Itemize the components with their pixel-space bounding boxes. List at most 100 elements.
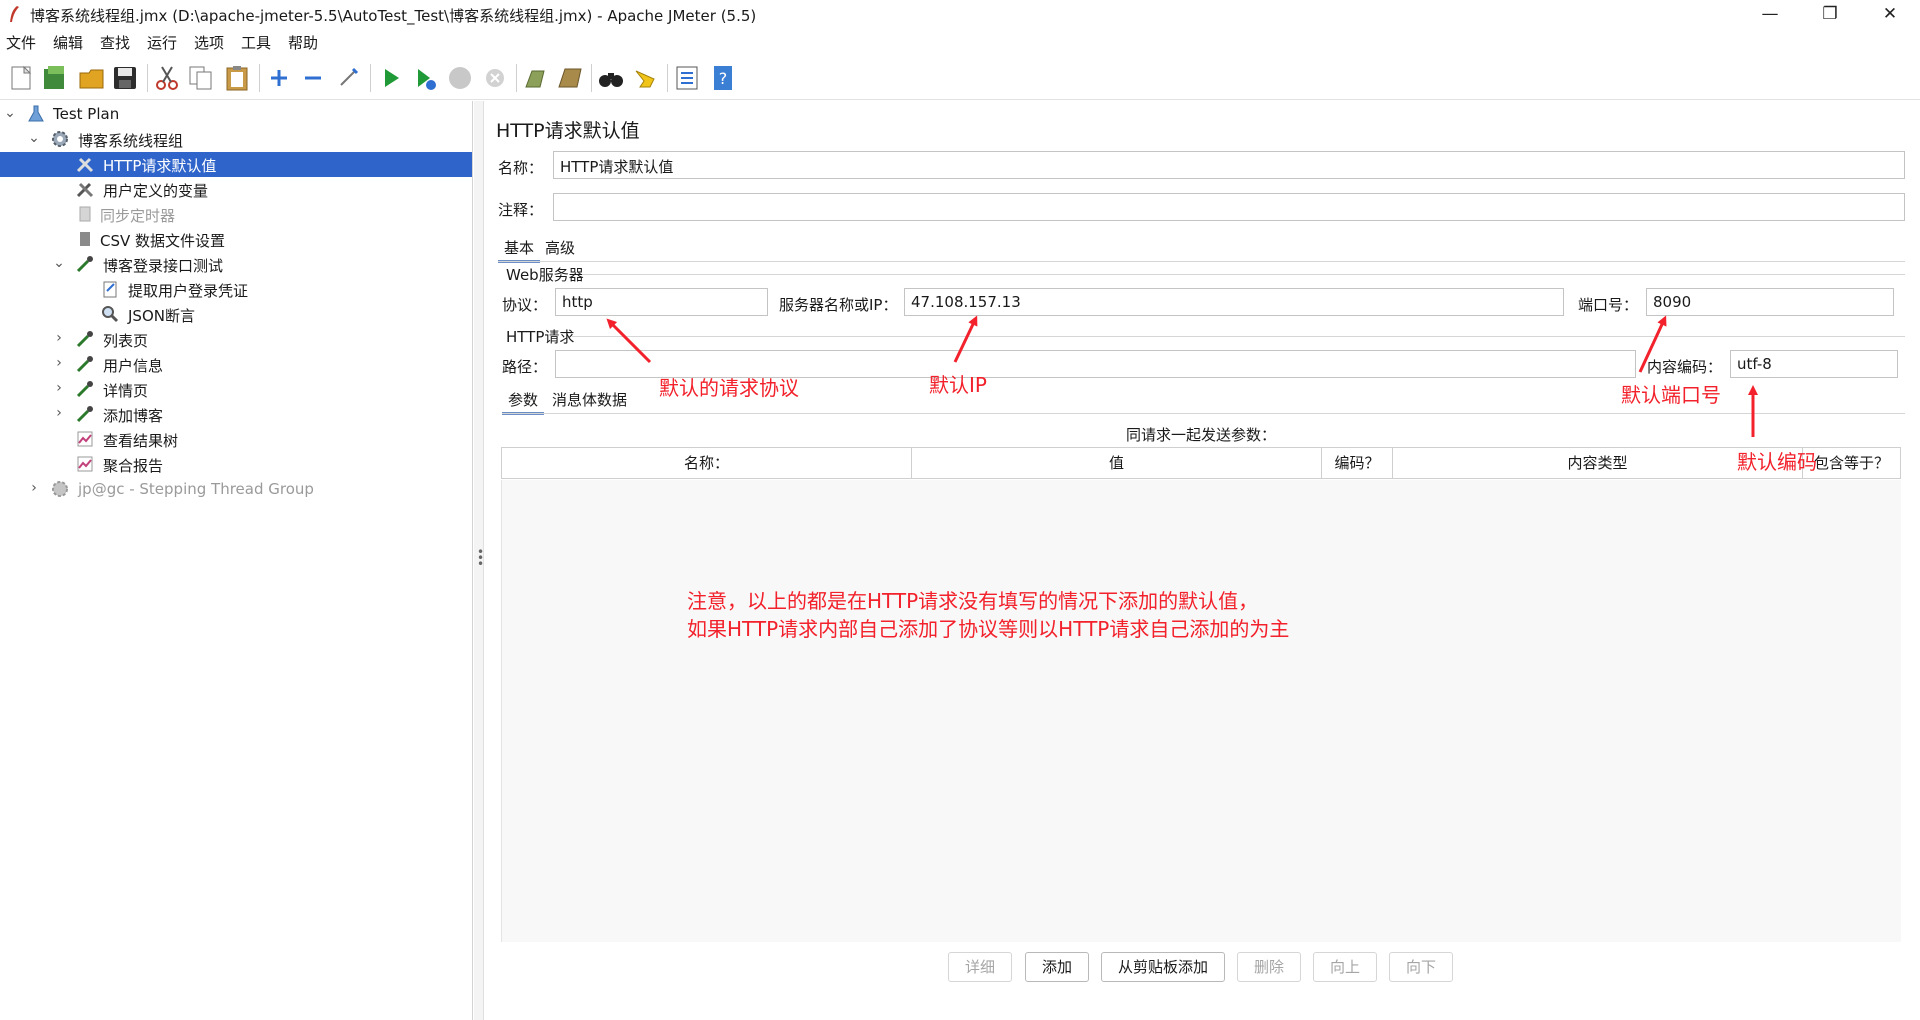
tree-label: 同步定时器	[100, 207, 176, 225]
tree-label: 提取用户登录凭证	[128, 282, 249, 300]
tree-item-user-variables[interactable]: 用户定义的变量	[0, 177, 472, 202]
collapse-icon[interactable]	[298, 63, 328, 93]
search-icon[interactable]	[596, 63, 626, 93]
tab-advanced[interactable]: 高级	[539, 235, 581, 260]
new-icon[interactable]	[6, 63, 36, 93]
chevron-right-icon[interactable]: ›	[52, 331, 66, 345]
tree-item-login-test[interactable]: ⌄ 博客登录接口测试	[0, 252, 472, 277]
menu-options[interactable]: 选项	[194, 32, 224, 53]
sampler-pipette-icon	[76, 356, 93, 373]
encoding-label: 内容编码：	[1647, 358, 1723, 376]
tree-item-aggregate-report[interactable]: 聚合报告	[0, 452, 472, 477]
tree-item-list-page[interactable]: › 列表页	[0, 327, 472, 352]
chevron-down-icon[interactable]: ⌄	[52, 256, 66, 270]
chevron-down-icon[interactable]: ⌄	[27, 131, 41, 145]
menu-edit[interactable]: 编辑	[53, 32, 83, 53]
params-table-body[interactable]	[501, 480, 1901, 942]
title-bar: 博客系统线程组.jmx (D:\apache-jmeter-5.5\AutoTe…	[0, 0, 1920, 28]
column-value[interactable]: 值	[912, 448, 1322, 478]
clear-icon[interactable]	[520, 63, 550, 93]
name-label: 名称：	[498, 159, 544, 177]
start-icon[interactable]	[376, 63, 406, 93]
column-name[interactable]: 名称：	[502, 448, 912, 478]
paste-icon[interactable]	[222, 63, 252, 93]
tree-label: CSV 数据文件设置	[100, 232, 226, 250]
chevron-right-icon[interactable]: ›	[27, 481, 41, 495]
tree-label: 详情页	[103, 382, 149, 400]
tab-parameters[interactable]: 参数	[502, 387, 545, 415]
jmeter-feather-icon	[10, 6, 19, 22]
timer-icon	[79, 206, 91, 222]
detail-button[interactable]: 详细	[948, 952, 1012, 982]
tree-item-csv-config[interactable]: CSV 数据文件设置	[0, 227, 472, 252]
help-icon[interactable]: ?	[708, 63, 738, 93]
clear-all-icon[interactable]	[555, 63, 585, 93]
tree-label: 查看结果树	[103, 432, 179, 450]
cut-icon[interactable]	[152, 63, 182, 93]
csv-file-icon	[80, 232, 90, 246]
add-from-clipboard-button[interactable]: 从剪贴板添加	[1101, 952, 1225, 982]
tab-body-data[interactable]: 消息体数据	[546, 387, 633, 412]
templates-icon[interactable]	[40, 63, 70, 93]
chevron-right-icon[interactable]: ›	[52, 356, 66, 370]
tree-item-user-info[interactable]: › 用户信息	[0, 352, 472, 377]
tree-item-http-defaults[interactable]: HTTP请求默认值	[0, 152, 472, 177]
shutdown-icon[interactable]	[480, 63, 510, 93]
splitter-handle[interactable]: • • •	[474, 101, 484, 1020]
menu-run[interactable]: 运行	[147, 32, 177, 53]
menu-tools[interactable]: 工具	[241, 32, 271, 53]
chevron-right-icon[interactable]: ›	[52, 381, 66, 395]
expand-icon[interactable]	[264, 63, 294, 93]
encoding-input[interactable]: utf-8	[1730, 350, 1898, 378]
extractor-icon	[103, 281, 117, 298]
sampler-pipette-icon	[76, 331, 93, 348]
menu-help[interactable]: 帮助	[288, 32, 318, 53]
test-plan-icon	[28, 105, 44, 122]
params-table-header: 名称： 值 编码？ 内容类型 包含等于？	[501, 447, 1901, 479]
server-input[interactable]: 47.108.157.13	[904, 288, 1564, 316]
reset-search-icon[interactable]	[630, 63, 660, 93]
config-tools-icon	[76, 157, 94, 173]
comment-label: 注释：	[498, 201, 544, 219]
function-helper-icon[interactable]	[672, 63, 702, 93]
tree-item-detail-page[interactable]: › 详情页	[0, 377, 472, 402]
annotation-protocol: 默认的请求协议	[659, 376, 799, 400]
tree-label: JSON断言	[128, 307, 195, 325]
open-icon[interactable]	[77, 63, 107, 93]
toggle-icon[interactable]	[333, 63, 363, 93]
tree-label: 用户定义的变量	[103, 182, 209, 200]
tree-item-stepping-thread-group[interactable]: › jp@gc - Stepping Thread Group	[0, 477, 472, 502]
menu-search[interactable]: 查找	[100, 32, 130, 53]
tree-item-thread-group[interactable]: ⌄ 博客系统线程组	[0, 127, 472, 152]
chevron-down-icon[interactable]: ⌄	[3, 106, 17, 120]
tree-item-extractor[interactable]: 提取用户登录凭证	[0, 277, 472, 302]
move-up-button[interactable]: 向上	[1313, 952, 1377, 982]
tree-item-sync-timer[interactable]: 同步定时器	[0, 202, 472, 227]
stop-icon[interactable]	[445, 63, 475, 93]
delete-button[interactable]: 删除	[1237, 952, 1301, 982]
port-input[interactable]: 8090	[1646, 288, 1894, 316]
copy-icon[interactable]	[186, 63, 216, 93]
tree-item-test-plan[interactable]: ⌄ Test Plan	[0, 102, 472, 127]
restore-button[interactable]: ❐	[1800, 0, 1860, 28]
comment-input[interactable]	[553, 193, 1905, 221]
grip-dots-icon: • • •	[477, 545, 485, 571]
save-icon[interactable]	[110, 63, 140, 93]
start-no-pause-icon[interactable]	[410, 63, 440, 93]
menu-file[interactable]: 文件	[6, 32, 36, 53]
name-input[interactable]: HTTP请求默认值	[553, 151, 1905, 179]
tree-item-json-assertion[interactable]: JSON断言	[0, 302, 472, 327]
protocol-input[interactable]: http	[555, 288, 768, 316]
add-button[interactable]: 添加	[1025, 952, 1089, 982]
tab-basic[interactable]: 基本	[498, 235, 541, 263]
tree-item-results-tree[interactable]: 查看结果树	[0, 427, 472, 452]
move-down-button[interactable]: 向下	[1389, 952, 1453, 982]
tree-item-add-blog[interactable]: › 添加博客	[0, 402, 472, 427]
chevron-right-icon[interactable]: ›	[52, 406, 66, 420]
config-tools-icon	[76, 182, 94, 198]
column-encode[interactable]: 编码？	[1322, 448, 1393, 478]
toolbar: ?	[0, 56, 1920, 100]
column-include-equals[interactable]: 包含等于？	[1803, 448, 1900, 478]
close-button[interactable]: ✕	[1860, 0, 1920, 28]
minimize-button[interactable]: —	[1740, 0, 1800, 28]
